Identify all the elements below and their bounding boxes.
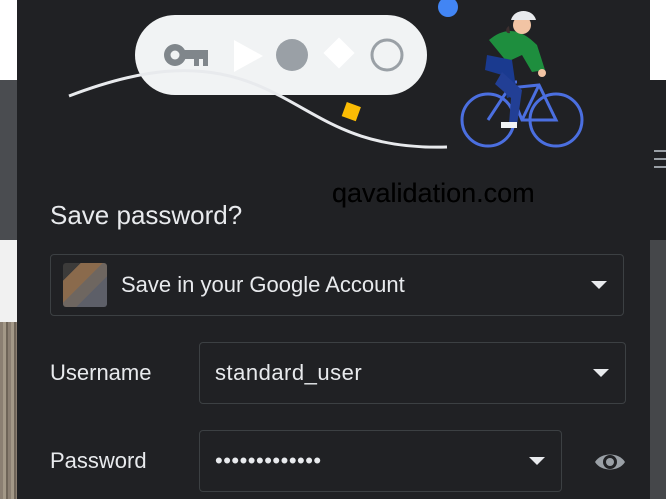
cyclist-illustration [460,11,584,148]
chevron-down-icon [529,457,545,465]
chevron-down-icon [593,369,609,377]
password-label: Password [50,448,147,473]
password-field[interactable]: ••••••••••••• [199,430,562,492]
password-value: ••••••••••••• [215,448,322,473]
site-url: qavalidation.com [332,178,535,208]
chevron-down-icon [591,281,607,289]
background-page-image [0,322,17,499]
username-field[interactable]: standard_user [199,342,626,404]
background-page-mid [0,240,17,322]
dialog-title: Save password? [50,200,243,230]
eye-icon[interactable] [593,449,627,475]
background-page-top [0,0,17,80]
save-password-bubble: qavalidation.com Save password? Save in … [17,0,650,499]
username-value: standard_user [215,360,363,385]
username-label: Username [50,360,152,385]
circle-icon [276,39,308,71]
menu-icon [654,150,666,174]
header-illustration [68,0,584,149]
avatar [63,263,107,307]
account-select[interactable]: Save in your Google Account [50,254,624,316]
yellow-square [341,102,361,122]
account-label: Save in your Google Account [121,272,405,297]
background-page-band [0,80,17,240]
background-page-right-top [650,0,666,80]
blue-dot [438,0,458,17]
background-page-right-bottom [650,240,666,499]
